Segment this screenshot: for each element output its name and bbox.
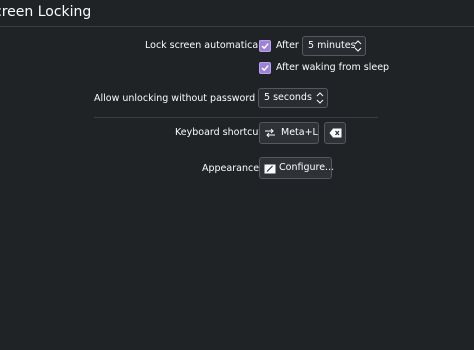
unlock-grace-label: Allow unlocking without password for:: [94, 93, 275, 104]
configure-button-label: Configure...: [279, 162, 335, 173]
backspace-clear-icon: [329, 128, 342, 138]
spin-arrows-icon[interactable]: [316, 91, 324, 105]
page-title: creen Locking: [0, 4, 92, 20]
header-bar: creen Locking: [0, 0, 474, 27]
shortcut-value: Meta+L: [281, 127, 318, 138]
separator: [94, 117, 378, 118]
lock-timeout-value[interactable]: 5 minutes: [308, 40, 356, 51]
unlock-grace-spinbox[interactable]: 5 seconds: [258, 88, 328, 108]
lock-timeout-spinbox[interactable]: 5 minutes: [302, 36, 366, 56]
shortcut-button[interactable]: Meta+L: [259, 122, 319, 144]
appearance-label: Appearance:: [202, 163, 263, 174]
edit-icon: [264, 164, 276, 174]
after-checkbox[interactable]: [259, 40, 271, 52]
lock-screen-label: Lock screen automatically:: [145, 40, 272, 51]
shortcut-config-icon: [265, 128, 275, 138]
clear-shortcut-button[interactable]: [324, 122, 346, 144]
after-sleep-checkbox[interactable]: [259, 62, 271, 74]
checkmark-icon: [261, 65, 269, 72]
configure-appearance-button[interactable]: Configure...: [259, 157, 335, 179]
checkmark-icon: [261, 43, 269, 50]
after-label[interactable]: After: [276, 40, 299, 51]
shortcut-label: Keyboard shortcut:: [175, 127, 266, 138]
after-sleep-label[interactable]: After waking from sleep: [276, 62, 389, 73]
unlock-grace-value[interactable]: 5 seconds: [264, 92, 312, 103]
spin-arrows-icon[interactable]: [354, 39, 362, 53]
